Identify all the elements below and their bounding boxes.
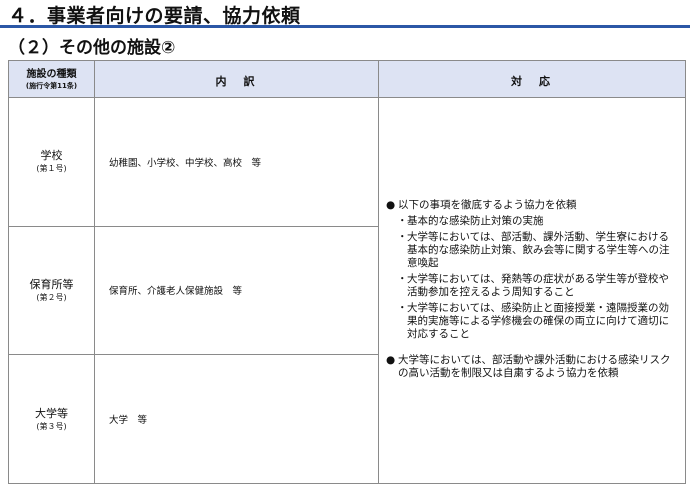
- response-sub-item-text: 大学等においては、感染防止と面接授業・遠隔授業の効果的実施等による学修機会の確保…: [407, 301, 670, 340]
- facility-detail: 大学 等: [94, 354, 379, 484]
- page-title: ４．事業者向けの要請、協力依頼: [8, 5, 301, 27]
- bullet-mark: ●: [386, 353, 396, 366]
- response-sub-item-text: 大学等においては、部活動、課外活動、学生寮における基本的な感染防止対策、飲み会等…: [407, 230, 670, 269]
- facility-article: (第１号): [36, 164, 67, 174]
- response-bullet-1: ● 以下の事項を徹底するよう協力を依頼: [386, 199, 679, 212]
- header-response-label: 対 応: [511, 74, 553, 88]
- facility-article: (第３号): [36, 421, 67, 431]
- response-sub-item: ・大学等においては、部活動、課外活動、学生寮における基本的な感染防止対策、飲み会…: [397, 231, 679, 270]
- header-facility-type-note: (施行令第11条): [25, 81, 78, 90]
- header-facility-type-label: 施設の種類: [26, 68, 77, 80]
- sub-mark: ・: [397, 301, 408, 314]
- section-subtitle: （２）その他の施設②: [8, 38, 176, 58]
- response-spacer: [386, 344, 679, 354]
- header-response: 対 応: [378, 60, 686, 98]
- response-bullet-2-text: 大学等においては、部活動や課外活動における感染リスクの高い活動を制限又は自粛する…: [398, 353, 671, 379]
- response-sub-item: ・基本的な感染防止対策の実施: [397, 215, 679, 228]
- response-bullet-1-text: 以下の事項を徹底するよう協力を依頼: [398, 198, 577, 211]
- table-row-school: 学校 (第１号) 幼稚園、小学校、中学校、高校 等 ● 以下の事項を徹底するよう協…: [8, 97, 686, 484]
- response-sub-item-text: 基本的な感染防止対策の実施: [407, 214, 544, 227]
- facility-name: 保育所等: [29, 277, 74, 291]
- sub-mark: ・: [397, 214, 408, 227]
- response-cell: ● 以下の事項を徹底するよう協力を依頼 ・基本的な感染防止対策の実施 ・大学等にお…: [378, 97, 686, 484]
- facility-name-cell: 大学等 (第３号): [8, 354, 95, 484]
- facility-detail: 幼稚園、小学校、中学校、高校 等: [94, 97, 379, 227]
- table-header-row: 施設の種類 (施行令第11条) 内 訳 対 応: [8, 60, 686, 98]
- header-facility-type: 施設の種類 (施行令第11条): [8, 60, 95, 98]
- sub-mark: ・: [397, 272, 408, 285]
- facility-table: 施設の種類 (施行令第11条) 内 訳 対 応 学校 (第１号) 幼稚園、小学校…: [8, 60, 686, 484]
- facility-name: 学校: [40, 149, 63, 163]
- response-sub-item: ・大学等においては、発熱等の症状がある学生等が登校や活動参加を控えるよう周知する…: [397, 273, 679, 299]
- response-bullet-2: ● 大学等においては、部活動や課外活動における感染リスクの高い活動を制限又は自粛す…: [386, 354, 679, 380]
- facility-name: 大学等: [35, 406, 68, 420]
- bullet-mark: ●: [386, 198, 396, 211]
- response-sub-item: ・大学等においては、感染防止と面接授業・遠隔授業の効果的実施等による学修機会の確…: [397, 302, 679, 341]
- facility-name-cell: 学校 (第１号): [8, 97, 95, 227]
- facility-article: (第２号): [36, 292, 67, 302]
- response-sub-item-text: 大学等においては、発熱等の症状がある学生等が登校や活動参加を控えるよう周知するこ…: [407, 272, 669, 298]
- facility-detail: 保育所、介護老人保健施設 等: [94, 225, 379, 356]
- sub-mark: ・: [397, 230, 408, 243]
- title-underline: [0, 25, 690, 28]
- facility-name-cell: 保育所等 (第２号): [8, 225, 95, 356]
- header-breakdown: 内 訳: [94, 60, 379, 98]
- header-breakdown-label: 内 訳: [215, 74, 258, 88]
